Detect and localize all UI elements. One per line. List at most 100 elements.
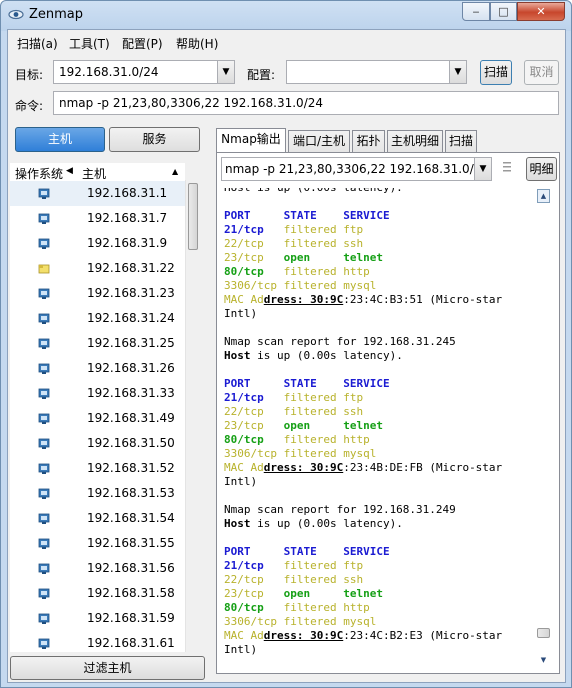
output-line: 80/tcp filtered http: [224, 265, 370, 279]
column-os[interactable]: 操作系统: [15, 165, 63, 182]
host-row[interactable]: 192.168.31.50: [10, 431, 185, 456]
chevron-down-icon[interactable]: ▼: [217, 61, 234, 83]
tab-scans[interactable]: 扫描: [445, 130, 477, 153]
output-segment: 22/tcp: [224, 405, 264, 418]
host-row[interactable]: 192.168.31.53: [10, 481, 185, 506]
host-ip: 192.168.31.49: [87, 411, 175, 425]
maximize-button[interactable]: □: [490, 2, 517, 21]
output-segment: [264, 587, 284, 600]
output-segment: 23/tcp: [224, 251, 264, 264]
column-host[interactable]: 主机: [82, 165, 106, 182]
host-row[interactable]: 192.168.31.61: [10, 631, 185, 652]
host-row[interactable]: 192.168.31.49: [10, 406, 185, 431]
host-row[interactable]: 192.168.31.52: [10, 456, 185, 481]
menu-help[interactable]: 帮助(H): [176, 35, 218, 52]
host-row[interactable]: 192.168.31.25: [10, 331, 185, 356]
target-value: 192.168.31.0/24: [59, 65, 159, 79]
output-scrollbar[interactable]: ▲ ▼: [535, 188, 555, 672]
unknown-os-icon: [38, 338, 50, 349]
details-button[interactable]: 明细: [526, 157, 557, 181]
scroll-down-icon[interactable]: ▼: [537, 654, 550, 668]
scrollbar-thumb[interactable]: [188, 183, 198, 250]
output-line: 3306/tcp filtered mysql: [224, 447, 376, 461]
chevron-down-icon[interactable]: ▼: [449, 61, 466, 83]
unknown-os-icon: [38, 413, 50, 424]
host-ip: 192.168.31.50: [87, 436, 175, 450]
output-segment: :23:4C:B3:51 (Micro-star: [343, 293, 503, 306]
host-list-scrollbar[interactable]: [185, 180, 200, 652]
menu-profile[interactable]: 配置(P): [122, 35, 163, 52]
close-button[interactable]: ✕: [517, 2, 565, 21]
output-command-select[interactable]: nmap -p 21,23,80,3306,22 192.168.31.0/24…: [221, 157, 492, 181]
host-ip: 192.168.31.1: [87, 186, 168, 200]
profile-combo[interactable]: ▼: [286, 60, 467, 84]
services-toggle-button[interactable]: 服务: [109, 127, 200, 152]
output-line: Host is up (0.00s latency).: [224, 349, 403, 363]
host-row[interactable]: 192.168.31.26: [10, 356, 185, 381]
host-row[interactable]: 192.168.31.58: [10, 581, 185, 606]
host-ip: 192.168.31.26: [87, 361, 175, 375]
output-segment: 21/tcp: [224, 391, 264, 404]
nmap-output-text[interactable]: Host is up (0.00s latency). PORT STATE SE…: [217, 188, 535, 672]
profile-label: 配置:: [247, 68, 276, 82]
output-segment: open telnet: [283, 251, 383, 264]
host-row[interactable]: 192.168.31.7: [10, 206, 185, 231]
column-divider-icon: ◀: [66, 166, 73, 176]
host-row[interactable]: 192.168.31.22: [10, 256, 185, 281]
command-input[interactable]: nmap -p 21,23,80,3306,22 192.168.31.0/24: [53, 91, 559, 115]
output-segment: [264, 419, 284, 432]
output-segment: filtered http: [263, 601, 370, 614]
output-line: Host is up (0.00s latency).: [224, 517, 403, 531]
host-ip: 192.168.31.23: [87, 286, 175, 300]
scrollbar-thumb[interactable]: [537, 628, 550, 638]
menu-tools[interactable]: 工具(T): [69, 35, 110, 52]
chevron-down-icon[interactable]: ▼: [474, 158, 491, 180]
target-combo[interactable]: 192.168.31.0/24 ▼: [53, 60, 235, 84]
host-ip: 192.168.31.54: [87, 511, 175, 525]
menu-bar: 扫描(a) 工具(T) 配置(P) 帮助(H): [8, 30, 565, 54]
hosts-toggle-button[interactable]: 主机: [15, 127, 105, 152]
filter-hosts-button[interactable]: 过滤主机: [10, 656, 205, 680]
scan-button[interactable]: 扫描: [480, 60, 512, 85]
tab-host-details[interactable]: 主机明细: [387, 130, 443, 153]
output-segment: dress: 30:9C: [263, 293, 344, 306]
unknown-os-icon: [38, 313, 50, 324]
host-ip: 192.168.31.9: [87, 236, 168, 250]
host-row[interactable]: 192.168.31.23: [10, 281, 185, 306]
output-segment: PORT: [224, 377, 284, 390]
output-line: 22/tcp filtered ssh: [224, 573, 363, 587]
tab-topology[interactable]: 拓扑: [352, 130, 385, 153]
minimize-button[interactable]: ‒: [462, 2, 490, 21]
scroll-up-icon[interactable]: ▲: [537, 189, 550, 203]
output-line: MAC Address: 30:9C:23:4B:DE:FB (Micro-st…: [224, 461, 502, 475]
output-segment: Host is up (0.00s latency).: [224, 188, 403, 194]
output-segment: 80/tcp: [224, 265, 264, 278]
host-row[interactable]: 192.168.31.33: [10, 381, 185, 406]
output-line: PORT STATE SERVICE: [224, 377, 390, 391]
window-title: Zenmap: [29, 7, 84, 22]
host-row[interactable]: 192.168.31.1: [10, 181, 185, 206]
output-segment: STATE: [283, 209, 344, 222]
nmap-output-panel: nmap -p 21,23,80,3306,22 192.168.31.0/24…: [216, 152, 560, 674]
output-segment: Intl): [224, 475, 258, 488]
title-bar[interactable]: Zenmap ‒ □ ✕: [1, 1, 571, 29]
host-row[interactable]: 192.168.31.55: [10, 531, 185, 556]
host-row[interactable]: 192.168.31.56: [10, 556, 185, 581]
tab-ports-hosts[interactable]: 端口/主机: [288, 130, 350, 153]
host-row[interactable]: 192.168.31.54: [10, 506, 185, 531]
host-list-header: 操作系统 ◀ 主机 ▲: [10, 163, 185, 182]
tab-nmap-output[interactable]: Nmap输出: [216, 128, 286, 153]
output-segment: filtered http: [263, 265, 370, 278]
unknown-os-icon: [38, 638, 50, 649]
host-row[interactable]: 192.168.31.59: [10, 606, 185, 631]
output-segment: filtered ssh: [263, 237, 364, 250]
menu-scan[interactable]: 扫描(a): [17, 35, 58, 52]
host-row[interactable]: 192.168.31.24: [10, 306, 185, 331]
output-segment: filtered http: [263, 433, 370, 446]
cancel-button[interactable]: 取消: [524, 60, 559, 85]
output-segment: [264, 251, 284, 264]
host-row[interactable]: 192.168.31.9: [10, 231, 185, 256]
output-segment: :23:4B:DE:FB (Micro-star: [343, 461, 503, 474]
output-line: 3306/tcp filtered mysql: [224, 279, 376, 293]
output-segment: dress: 30:9C: [263, 461, 344, 474]
